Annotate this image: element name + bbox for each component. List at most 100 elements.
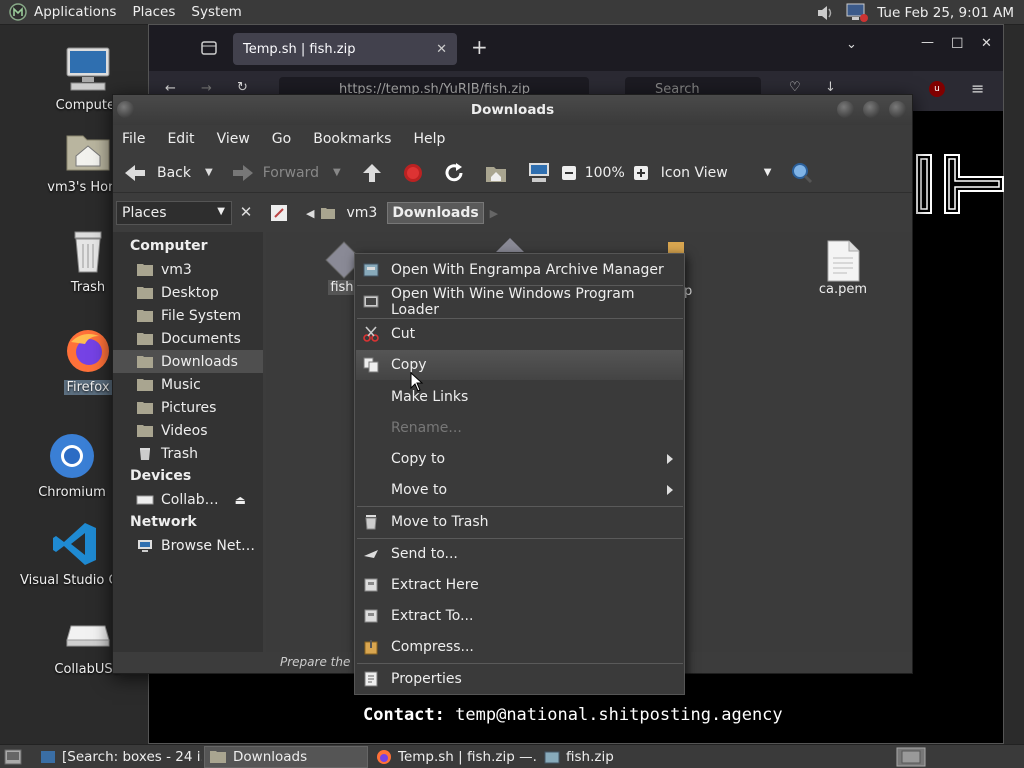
- sidebar-item-documents[interactable]: Documents: [113, 327, 263, 350]
- new-tab-icon[interactable]: +: [471, 35, 488, 59]
- places-sidebar: Computer vm3 Desktop File System Documen…: [113, 232, 263, 652]
- back-button[interactable]: Back ▼: [123, 163, 213, 183]
- close-window-icon[interactable]: ✕: [981, 36, 992, 51]
- menu-icon[interactable]: ≡: [971, 79, 984, 98]
- close-button[interactable]: [889, 101, 906, 118]
- computer-icon[interactable]: [527, 162, 551, 184]
- forward-history-dropdown-icon[interactable]: ▼: [333, 167, 341, 178]
- toolbar: Back ▼ Forward ▼ 100% Icon View ▼: [113, 153, 912, 193]
- window-menu-button[interactable]: [117, 101, 134, 118]
- menu-item-open-wine[interactable]: Open With Wine Windows Program Loader: [356, 286, 683, 318]
- ublock-icon[interactable]: u: [929, 81, 945, 97]
- sidebar-item-downloads[interactable]: Downloads: [113, 350, 263, 373]
- file-item[interactable]: [470, 236, 550, 254]
- sidebar-item-browse-network[interactable]: Browse Net…: [113, 534, 263, 557]
- sidebar-item-label: Desktop: [161, 284, 219, 301]
- menu-item-open-engrampa[interactable]: Open With Engrampa Archive Manager: [356, 255, 683, 285]
- pocket-icon[interactable]: ♡: [789, 80, 801, 95]
- eject-icon[interactable]: ⏏: [235, 493, 246, 507]
- desktop-icon-chromium[interactable]: Chromium: [22, 431, 122, 500]
- sidebar-item-pictures[interactable]: Pictures: [113, 396, 263, 419]
- menu-item-cut[interactable]: Cut: [356, 319, 683, 349]
- maximize-icon[interactable]: ☐: [951, 36, 964, 52]
- menu-item-move-to[interactable]: Move to: [356, 475, 683, 505]
- zoom-in-icon[interactable]: [633, 165, 649, 181]
- menu-item-make-links[interactable]: Make Links: [356, 382, 683, 412]
- menu-go[interactable]: Go: [272, 131, 291, 147]
- clock[interactable]: Tue Feb 25, 9:01 AM: [877, 5, 1014, 21]
- sidebar-item-collab[interactable]: Collab… ⏏: [113, 488, 263, 511]
- menu-item-rename[interactable]: Rename...: [356, 413, 683, 443]
- up-icon[interactable]: [361, 162, 383, 184]
- close-tab-icon[interactable]: ✕: [436, 42, 447, 57]
- menu-file[interactable]: File: [122, 131, 145, 147]
- reload-icon[interactable]: [443, 162, 465, 184]
- sidebar-item-vm3[interactable]: vm3: [113, 258, 263, 281]
- menu-item-properties[interactable]: Properties: [356, 664, 683, 694]
- menu-bookmarks[interactable]: Bookmarks: [313, 131, 391, 147]
- breadcrumb-right-arrow-icon[interactable]: ▶: [490, 207, 498, 220]
- menu-item-move-to-trash[interactable]: Move to Trash: [356, 507, 683, 537]
- back-history-dropdown-icon[interactable]: ▼: [205, 167, 213, 178]
- menu-item-extract-to[interactable]: Extract To...: [356, 601, 683, 631]
- reload-icon[interactable]: ↻: [237, 80, 248, 95]
- workspace-switcher-icon[interactable]: [896, 747, 926, 767]
- stop-icon[interactable]: [403, 163, 423, 183]
- sidebar-item-videos[interactable]: Videos: [113, 419, 263, 442]
- file-item[interactable]: ca.pem: [803, 240, 883, 297]
- sidebar-type-select[interactable]: Places ▼: [116, 201, 232, 225]
- view-mode-select[interactable]: Icon View ▼: [661, 165, 772, 181]
- minimize-icon[interactable]: —: [921, 35, 934, 50]
- places-menu[interactable]: Places: [132, 4, 175, 20]
- sidebar-item-music[interactable]: Music: [113, 373, 263, 396]
- taskbar-item-downloads[interactable]: Downloads: [204, 746, 368, 768]
- downloads-icon[interactable]: ↓: [825, 80, 836, 95]
- system-menu[interactable]: System: [191, 4, 241, 20]
- list-all-tabs-icon[interactable]: ⌄: [846, 37, 857, 52]
- home-icon[interactable]: [485, 163, 507, 183]
- sidebar-item-file-system[interactable]: File System: [113, 304, 263, 327]
- sidebar-item-label: vm3: [161, 261, 192, 278]
- taskbar-item-search[interactable]: [Search: boxes - 24 i...: [36, 746, 202, 768]
- mate-logo-icon[interactable]: [8, 2, 28, 22]
- breadcrumb-left-arrow-icon[interactable]: ◀: [306, 207, 314, 220]
- chevron-down-icon: ▼: [763, 167, 772, 178]
- volume-icon[interactable]: [815, 3, 837, 23]
- close-sidebar-icon[interactable]: ✕: [235, 201, 257, 225]
- compress-icon: [364, 640, 378, 655]
- breadcrumb-vm3[interactable]: vm3: [342, 203, 381, 223]
- network-icon[interactable]: [845, 2, 869, 24]
- file-name: p: [684, 284, 693, 299]
- forward-button[interactable]: Forward ▼: [231, 163, 341, 183]
- sidebar-item-label: Trash: [161, 445, 198, 462]
- zoom-out-icon[interactable]: [561, 165, 577, 181]
- menu-view[interactable]: View: [217, 131, 250, 147]
- zoom-level[interactable]: 100%: [585, 165, 625, 181]
- search-icon[interactable]: [791, 162, 813, 184]
- sidebar-item-trash[interactable]: Trash: [113, 442, 263, 465]
- breadcrumb-downloads[interactable]: Downloads: [387, 202, 484, 224]
- menu-item-extract-here[interactable]: Extract Here: [356, 570, 683, 600]
- menu-item-compress[interactable]: Compress...: [356, 632, 683, 662]
- taskbar-item-firefox[interactable]: Temp.sh | fish.zip —...: [372, 746, 538, 768]
- taskbar-item-fish-zip[interactable]: fish.zip: [540, 746, 704, 768]
- toggle-location-entry-icon[interactable]: [270, 204, 288, 222]
- applications-menu[interactable]: Applications: [34, 4, 116, 20]
- tray: Tue Feb 25, 9:01 AM: [815, 0, 1020, 25]
- menu-edit[interactable]: Edit: [167, 131, 194, 147]
- sidebar-item-desktop[interactable]: Desktop: [113, 281, 263, 304]
- menu-item-copy[interactable]: Copy: [356, 350, 683, 380]
- tab-list-icon[interactable]: [201, 41, 217, 55]
- firefox-tab[interactable]: Temp.sh | fish.zip ✕: [233, 33, 457, 65]
- trash-icon: [140, 447, 150, 460]
- maximize-button[interactable]: [863, 101, 880, 118]
- menu-item-send-to[interactable]: Send to...: [356, 539, 683, 569]
- menu-help[interactable]: Help: [413, 131, 445, 147]
- extract-icon: [364, 609, 378, 623]
- minimize-button[interactable]: [837, 101, 854, 118]
- menu-item-copy-to[interactable]: Copy to: [356, 444, 683, 474]
- window-titlebar[interactable]: Downloads: [113, 95, 912, 125]
- contact-label: Contact:: [363, 705, 445, 725]
- contact-email[interactable]: temp@national.shitposting.agency: [455, 705, 783, 725]
- show-desktop-icon[interactable]: [4, 749, 22, 765]
